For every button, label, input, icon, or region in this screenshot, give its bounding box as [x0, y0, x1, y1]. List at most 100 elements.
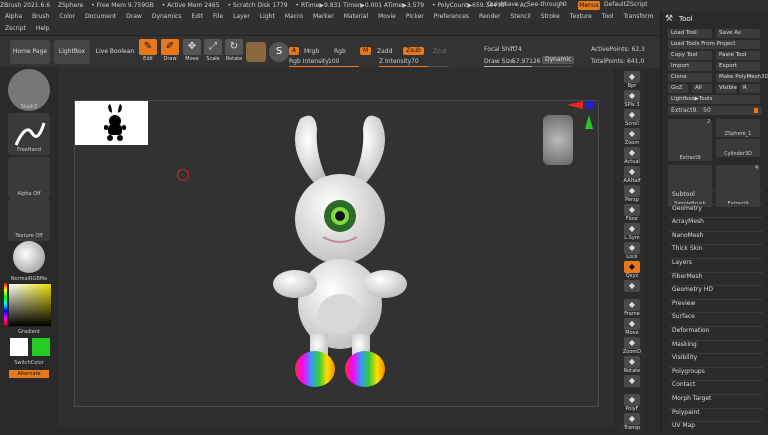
tool-menu-contact[interactable]: Contact [672, 381, 695, 388]
shelf-button-18[interactable]: ◆ Transp [621, 413, 643, 435]
tool-menu-thick-skin[interactable]: Thick Skin [672, 245, 703, 252]
scale-button[interactable]: ⤢ Scale [203, 38, 223, 66]
tool-button-3-1[interactable]: Export [716, 62, 760, 71]
primary-color-swatch[interactable] [10, 338, 28, 356]
menu-transform[interactable]: Transform [618, 13, 658, 20]
tool-button-5-2[interactable]: Visible [716, 84, 737, 93]
tool-menu-polypaint[interactable]: Polypaint [672, 409, 700, 416]
tool-button-3-0[interactable]: Import [668, 62, 712, 71]
menu-brush[interactable]: Brush [27, 13, 54, 20]
menu-texture[interactable]: Texture [565, 13, 597, 20]
tool-menu-surface[interactable]: Surface [672, 313, 695, 320]
tool-menu-deformation[interactable]: Deformation [672, 327, 709, 334]
tool-thumbnail-3[interactable]: SimpleBrush [668, 165, 712, 207]
tool-menu-layers[interactable]: Layers [672, 259, 692, 266]
menu-tool[interactable]: Tool [597, 13, 619, 20]
rotate-button[interactable]: ↻ Rotate [224, 38, 244, 66]
menu-help[interactable]: Help [31, 25, 55, 32]
tool-menu-geometry-hd[interactable]: Geometry HD [672, 286, 713, 293]
m-chip[interactable]: M [360, 47, 372, 55]
a-chip[interactable]: A [289, 47, 300, 55]
tool-button-0-0[interactable]: Load Tool [668, 29, 712, 38]
axis-gizmo-icon[interactable] [567, 101, 597, 131]
material-thumbnail[interactable] [13, 241, 45, 273]
secondary-color-swatch[interactable] [32, 338, 50, 356]
tool-button-4-0[interactable]: Clone [668, 73, 712, 82]
draw-size-value[interactable]: 57.97126 [512, 58, 541, 65]
dynamic-button[interactable]: Dynamic [542, 56, 575, 64]
default-zscript[interactable]: DefaultZScript [604, 1, 647, 8]
switchcolor-button[interactable]: SwitchColor [0, 360, 58, 366]
tool-thumbnail-1[interactable]: ZSphere_1 [716, 119, 760, 137]
menu-draw[interactable]: Draw [121, 13, 147, 20]
tool-button-1-0[interactable]: Load Tools From Project [668, 40, 760, 49]
color-picker[interactable] [8, 283, 52, 327]
menu-macro[interactable]: Macro [280, 13, 308, 20]
zadd-button[interactable]: Zadd [377, 48, 392, 55]
menu-picker[interactable]: Picker [401, 13, 429, 20]
quicksave-button[interactable]: QuickSave [487, 1, 519, 8]
tool-menu-morph-target[interactable]: Morph Target [672, 395, 711, 402]
menu-movie[interactable]: Movie [373, 13, 401, 20]
live-boolean-button[interactable]: Live Boolean [94, 40, 136, 64]
tool-thumbnail-4[interactable]: Extract9 [716, 165, 760, 207]
tool-button-4-1[interactable]: Make PolyMesh3D [716, 73, 768, 82]
menu-stroke[interactable]: Stroke [536, 13, 565, 20]
menu-zscript[interactable]: Zscript [0, 25, 31, 32]
hue-strip[interactable] [4, 283, 7, 325]
current-tool-slider[interactable]: Extract9. 50 [668, 106, 762, 115]
rgb-intensity-value[interactable]: 100 [328, 58, 339, 65]
tool-menu-visibility[interactable]: Visibility [672, 354, 697, 361]
tool-thumbnail-2[interactable]: Cylinder3D [716, 139, 760, 157]
menu-layer[interactable]: Layer [228, 13, 255, 20]
edit-button[interactable]: ✎ Edit [138, 38, 158, 66]
document-canvas[interactable] [74, 100, 599, 407]
tool-menu-subtool[interactable]: Subtool [672, 191, 695, 198]
stroke-s-icon[interactable]: S [269, 42, 289, 62]
zsphere-character-model[interactable] [265, 109, 415, 399]
menu-stencil[interactable]: Stencil [505, 13, 535, 20]
menu-document[interactable]: Document [80, 13, 121, 20]
mrgb-button[interactable]: Mrgb [304, 48, 319, 55]
tool-menu-preview[interactable]: Preview [672, 300, 695, 307]
menu-material[interactable]: Material [339, 13, 373, 20]
tool-button-0-1[interactable]: Save As [716, 29, 760, 38]
menu-marker[interactable]: Marker [308, 13, 339, 20]
tool-button-5-0[interactable]: GoZ [668, 84, 688, 93]
home-page-button[interactable]: Home Page [10, 40, 50, 64]
tool-button-5-3[interactable]: R [740, 84, 760, 93]
tool-menu-nanomesh[interactable]: NanoMesh [672, 232, 703, 239]
material-sphere-icon[interactable] [246, 42, 266, 62]
menu-alpha[interactable]: Alpha [0, 13, 27, 20]
tool-thumbnail-0[interactable]: Extract9 [668, 119, 712, 161]
tool-button-6-0[interactable]: Lightbox▶Tools [668, 95, 760, 104]
tool-menu-arraymesh[interactable]: ArrayMesh [672, 218, 704, 225]
tool-button-2-0[interactable]: Copy Tool [668, 51, 712, 60]
menu-file[interactable]: File [208, 13, 228, 20]
draw-button[interactable]: ✐ Draw [160, 38, 180, 66]
z-intensity-value[interactable]: 70 [411, 58, 419, 65]
navigator-thumbnail[interactable] [75, 101, 148, 145]
rgb-button[interactable]: Rgb [334, 48, 346, 55]
zsub-button[interactable]: Zsub [403, 47, 424, 55]
alternate-button[interactable]: Alternate [9, 370, 49, 378]
tool-menu-fibermesh[interactable]: FiberMesh [672, 273, 702, 280]
tool-menu-uv-map[interactable]: UV Map [672, 422, 695, 429]
move-button[interactable]: ✥ Move [182, 38, 202, 66]
menu-dynamics[interactable]: Dynamics [147, 13, 187, 20]
tool-button-2-1[interactable]: Paste Tool [716, 51, 760, 60]
menu-edit[interactable]: Edit [186, 13, 208, 20]
seethrough-value[interactable]: 0 [563, 1, 567, 8]
tool-menu-geometry[interactable]: Geometry [672, 205, 702, 212]
menu-light[interactable]: Light [255, 13, 280, 20]
tool-menu-polygroups[interactable]: Polygroups [672, 368, 705, 375]
tool-menu-masking[interactable]: Masking [672, 341, 697, 348]
menus-button[interactable]: Menus [578, 1, 600, 10]
focal-shift-value[interactable]: 74 [514, 46, 522, 53]
menu-color[interactable]: Color [54, 13, 80, 20]
lightbox-button[interactable]: LightBox [54, 40, 90, 64]
zcut-button[interactable]: Zcut [433, 48, 447, 55]
menu-render[interactable]: Render [474, 13, 505, 20]
menu-preferences[interactable]: Preferences [429, 13, 474, 20]
tool-button-5-1[interactable]: All [692, 84, 712, 93]
